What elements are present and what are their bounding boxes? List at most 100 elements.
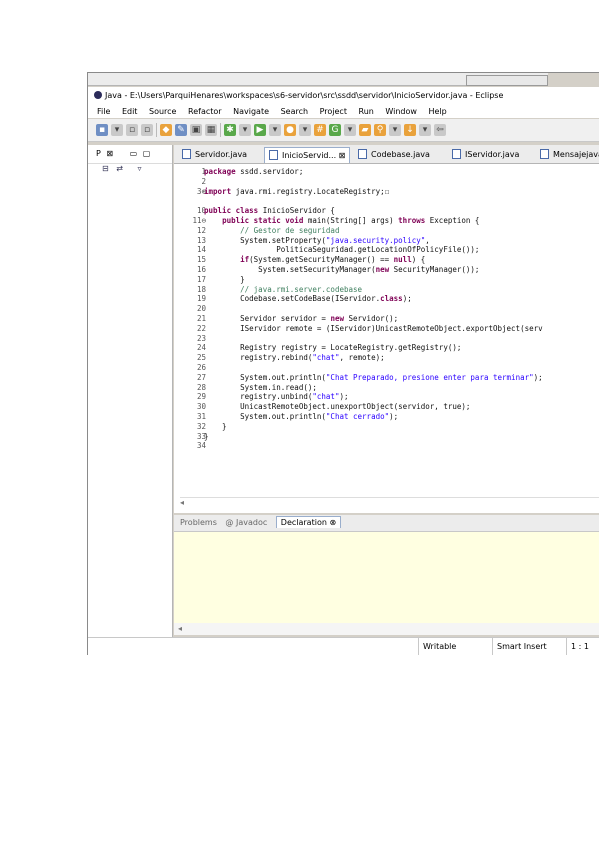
next-annotation-icon[interactable]: ↓: [404, 124, 416, 136]
chevron-down-icon[interactable]: ▾: [239, 124, 251, 136]
code-line[interactable]: }: [204, 422, 227, 431]
chevron-down-icon[interactable]: ▾: [344, 124, 356, 136]
chevron-down-icon[interactable]: ▾: [299, 124, 311, 136]
line-number: 2: [201, 176, 206, 186]
print-icon[interactable]: ▫: [141, 124, 153, 136]
code-line[interactable]: System.in.read();: [204, 383, 317, 392]
java-file-icon: [269, 149, 278, 160]
code-line[interactable]: package ssdd.servidor;: [204, 167, 303, 176]
maximize-icon[interactable]: ▢: [143, 149, 151, 158]
chevron-down-icon[interactable]: ▾: [419, 124, 431, 136]
code-line[interactable]: Registry registry = LocateRegistry.getRe…: [204, 343, 461, 352]
line-number: 11⊖: [192, 216, 206, 225]
code-line[interactable]: // java.rmi.server.codebase: [204, 285, 362, 294]
menu-refactor[interactable]: Refactor: [188, 107, 222, 116]
tab-javadoc[interactable]: @ Javadoc: [225, 518, 267, 527]
menu-window[interactable]: Window: [385, 107, 417, 116]
link-editor-icon[interactable]: ⇄: [116, 164, 123, 173]
save-icon[interactable]: ▫: [126, 124, 138, 136]
tab-servidor-java[interactable]: Servidor.java: [178, 147, 251, 162]
line-number: 25: [196, 353, 206, 363]
external-tools-icon[interactable]: ●: [284, 124, 296, 136]
tab-codebase-java[interactable]: Codebase.java: [354, 147, 434, 162]
menu-source[interactable]: Source: [149, 107, 176, 116]
tab-inicioservidor-java[interactable]: InicioServid... ⊠: [264, 147, 351, 163]
code-line[interactable]: System.out.println("Chat cerrado");: [204, 412, 398, 421]
code-line[interactable]: Servidor servidor = new Servidor();: [204, 314, 398, 323]
code-line[interactable]: UnicastRemoteObject.unexportObject(servi…: [204, 402, 470, 411]
line-number: 16: [196, 265, 206, 274]
highlight-icon[interactable]: ✎: [175, 124, 187, 136]
code-line[interactable]: System.setProperty("java.security.policy…: [204, 236, 430, 245]
view-menu-icon[interactable]: ▿: [138, 164, 142, 173]
menu-run[interactable]: Run: [359, 107, 374, 116]
horizontal-scrollbar[interactable]: ◂: [180, 497, 599, 508]
line-number: 15: [196, 255, 206, 265]
menu-bar: File Edit Source Refactor Navigate Searc…: [88, 105, 599, 118]
menu-help[interactable]: Help: [429, 107, 447, 116]
menu-file[interactable]: File: [97, 107, 110, 116]
line-number: 1: [201, 167, 206, 176]
code-line[interactable]: registry.rebind("chat", remote);: [204, 353, 385, 362]
tab-problems[interactable]: Problems: [180, 518, 217, 527]
chevron-down-icon[interactable]: ▾: [269, 124, 281, 136]
code-area[interactable]: 1 package ssdd.servidor; 2 3⊕ import java.rm…: [174, 167, 599, 497]
tab-label: Servidor.java: [195, 150, 248, 159]
code-line[interactable]: registry.unbind("chat");: [204, 392, 348, 401]
line-number: 17: [196, 274, 206, 284]
menu-navigate[interactable]: Navigate: [233, 107, 269, 116]
package-explorer-tab[interactable]: P ⊠ ▭ ▢: [88, 145, 172, 164]
back-icon[interactable]: ⇦: [434, 124, 446, 136]
line-number: 12: [196, 225, 206, 235]
code-line[interactable]: PoliticaSeguridad.getLocationOfPolicyFil…: [204, 245, 479, 254]
code-line[interactable]: IServidor remote = (IServidor)UnicastRem…: [204, 324, 543, 333]
line-number: 21: [196, 314, 206, 323]
code-editor[interactable]: Servidor.java InicioServid... ⊠ Codebase…: [174, 145, 599, 513]
code-line[interactable]: System.out.println("Chat Preparado, pres…: [204, 373, 543, 382]
code-line[interactable]: // Gestor de seguridad: [204, 226, 339, 235]
line-number: 10: [196, 206, 206, 216]
toolbar-separator: [220, 123, 221, 137]
line-number: 34: [196, 441, 206, 451]
bottom-tab-bar: Problems @ Javadoc Declaration ⊗: [174, 515, 599, 532]
tab-mensaje-java[interactable]: Mensajejava: [536, 147, 599, 162]
debug-icon[interactable]: ✱: [224, 124, 236, 136]
menu-search[interactable]: Search: [281, 107, 308, 116]
code-line[interactable]: if(System.getSecurityManager() == null) …: [204, 255, 425, 264]
status-insert-mode: Smart Insert: [492, 638, 547, 655]
new-class-icon[interactable]: G: [329, 124, 341, 136]
window-controls[interactable]: [466, 75, 548, 86]
new-icon[interactable]: ▪: [96, 124, 108, 136]
view-icon[interactable]: ▦: [205, 124, 217, 136]
code-line[interactable]: Codebase.setCodeBase(IServidor.class);: [204, 294, 412, 303]
search-icon[interactable]: ⚲: [374, 124, 386, 136]
minimize-icon[interactable]: ▭: [130, 149, 138, 158]
code-line[interactable]: public static void main(String[] args) t…: [204, 216, 479, 225]
panel-toolbar: ⊟ ⇄ ▿: [88, 164, 172, 178]
open-folder-icon[interactable]: ▰: [359, 124, 371, 136]
code-line[interactable]: public class InicioServidor {: [204, 206, 335, 215]
tab-declaration[interactable]: Declaration ⊗: [275, 516, 342, 528]
code-line[interactable]: System.setSecurityManager(new SecurityMa…: [204, 265, 479, 274]
menu-project[interactable]: Project: [320, 107, 347, 116]
menu-edit[interactable]: Edit: [122, 107, 138, 116]
horizontal-scrollbar[interactable]: ◂: [174, 623, 599, 635]
code-line[interactable]: }: [204, 275, 245, 284]
line-number: 30: [196, 402, 206, 412]
line-number: 28: [196, 382, 206, 392]
code-line[interactable]: import java.rmi.registry.LocateRegistry;…: [204, 187, 389, 196]
dropdown-icon[interactable]: ▾: [111, 124, 123, 136]
collapse-all-icon[interactable]: ⊟: [102, 164, 109, 173]
open-type-icon[interactable]: ◆: [160, 124, 172, 136]
code-line[interactable]: }: [204, 432, 209, 441]
tab-label: InicioServid...: [282, 151, 337, 160]
status-writable: Writable: [418, 638, 456, 655]
new-package-icon[interactable]: #: [314, 124, 326, 136]
toggle-icon[interactable]: ▣: [190, 124, 202, 136]
run-icon[interactable]: ▶: [254, 124, 266, 136]
close-icon[interactable]: ⊠: [106, 149, 113, 158]
close-icon[interactable]: ⊠: [339, 151, 346, 160]
tab-iservidor-java[interactable]: IServidor.java: [448, 147, 523, 162]
chevron-down-icon[interactable]: ▾: [389, 124, 401, 136]
package-explorer-label: P: [96, 149, 101, 158]
